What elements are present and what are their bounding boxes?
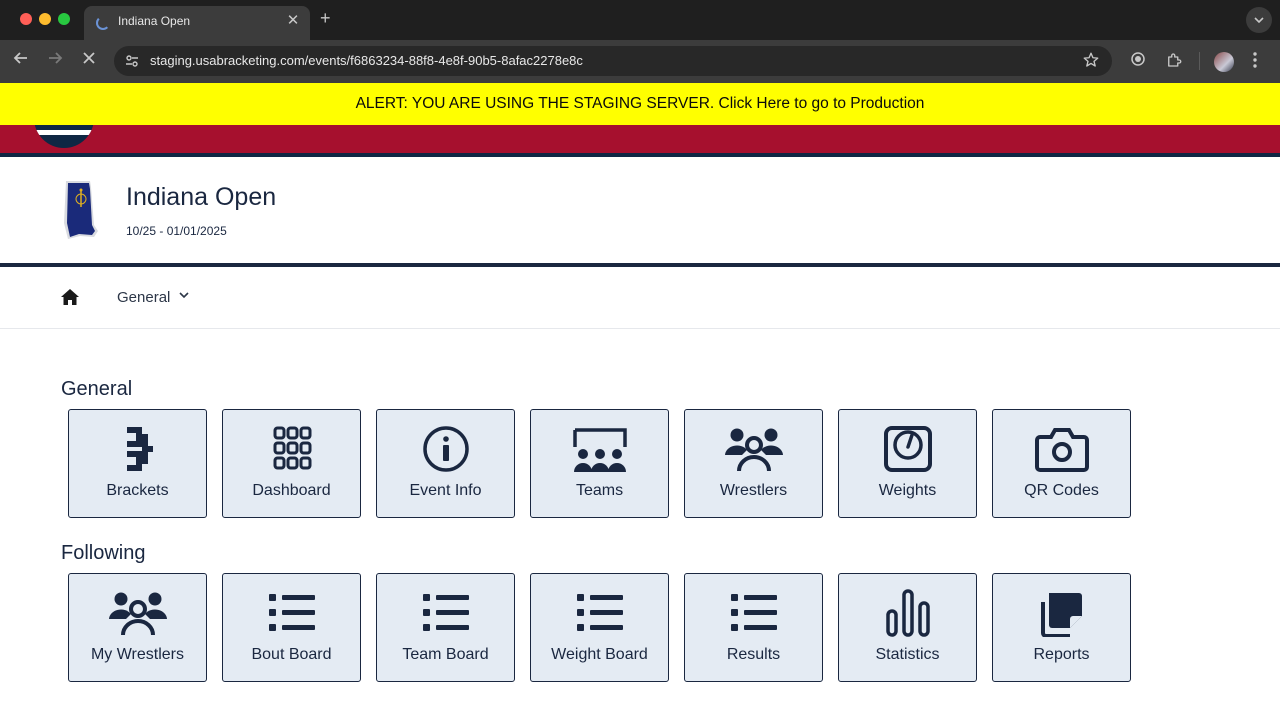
tile-label: Dashboard [252, 482, 331, 499]
section-title-general: General [61, 378, 133, 400]
users-icon [724, 425, 784, 473]
kebab-icon [1253, 52, 1257, 68]
tile-my-wrestlers[interactable]: My Wrestlers [68, 573, 207, 682]
brand-bar [0, 125, 1280, 153]
section-title-following: Following [61, 542, 146, 564]
event-title: Indiana Open [126, 183, 277, 211]
tile-label: Results [726, 646, 781, 663]
list-icon [570, 589, 630, 637]
info-icon [416, 425, 476, 473]
grid-icon [262, 425, 322, 473]
tune-icon [126, 55, 138, 67]
tile-teams[interactable]: Teams [530, 409, 669, 518]
record-icon[interactable] [1130, 51, 1146, 71]
site-settings-icon[interactable] [122, 51, 142, 71]
browser-tab[interactable]: Indiana Open ✕ [84, 6, 310, 40]
tile-brackets[interactable]: Brackets [68, 409, 207, 518]
tab-close-button[interactable]: ✕ [284, 11, 302, 29]
users-icon [108, 589, 168, 637]
brackets-icon [108, 425, 168, 473]
event-dates: 10/25 - 01/01/2025 [126, 224, 227, 238]
profile-avatar[interactable] [1214, 52, 1234, 72]
tile-results[interactable]: Results [684, 573, 823, 682]
camera-icon [1032, 425, 1092, 473]
forward-button[interactable] [44, 50, 66, 71]
close-icon [83, 52, 95, 64]
extensions-icon[interactable] [1165, 51, 1183, 73]
tile-label: Weight Board [551, 646, 648, 663]
chevron-down-icon[interactable] [179, 290, 189, 302]
chevron-down-icon [1254, 17, 1264, 24]
tile-label: Wrestlers [719, 482, 788, 499]
chevron-glyph [179, 292, 189, 299]
tile-qr-codes[interactable]: QR Codes [992, 409, 1131, 518]
more-menu-icon[interactable] [1252, 51, 1258, 73]
tile-label: Brackets [106, 482, 169, 499]
tile-label: Bout Board [251, 646, 332, 663]
back-button[interactable] [10, 50, 32, 71]
tile-event-info[interactable]: Event Info [376, 409, 515, 518]
tile-team-board[interactable]: Team Board [376, 573, 515, 682]
record-circle-icon [1131, 52, 1145, 66]
tab-search-button[interactable] [1246, 7, 1272, 33]
tile-label: My Wrestlers [90, 646, 185, 663]
copy-icon [1032, 589, 1092, 638]
house-icon [61, 289, 79, 305]
tile-label: QR Codes [1024, 482, 1099, 499]
tile-label: Team Board [402, 646, 489, 663]
browser-toolbar: staging.usabracketing.com/events/f686323… [0, 40, 1280, 83]
general-menu-dropdown[interactable]: General [117, 289, 170, 306]
tile-bout-board[interactable]: Bout Board [222, 573, 361, 682]
event-header: Indiana Open 10/25 - 01/01/2025 [0, 157, 1280, 263]
bar-chart-icon [878, 589, 938, 637]
maximize-window-button[interactable] [58, 13, 70, 25]
address-bar[interactable]: staging.usabracketing.com/events/f686323… [114, 46, 1112, 76]
list-icon [262, 589, 322, 637]
tile-reports[interactable]: Reports [992, 573, 1131, 682]
loading-spinner-icon [96, 16, 110, 30]
list-icon [416, 589, 476, 637]
arrow-left-icon [13, 52, 27, 64]
teams-icon [570, 425, 630, 473]
tile-dashboard[interactable]: Dashboard [222, 409, 361, 518]
tile-statistics[interactable]: Statistics [838, 573, 977, 682]
tile-weight-board[interactable]: Weight Board [530, 573, 669, 682]
staging-alert-banner[interactable]: ALERT: YOU ARE USING THE STAGING SERVER.… [0, 83, 1280, 125]
tile-label: Event Info [409, 482, 482, 499]
url-text: staging.usabracketing.com/events/f686323… [150, 53, 583, 68]
tile-wrestlers[interactable]: Wrestlers [684, 409, 823, 518]
star-icon [1083, 52, 1099, 67]
toolbar-divider [1199, 52, 1200, 70]
list-icon [724, 589, 784, 637]
scale-icon [878, 425, 938, 473]
arrow-right-icon [49, 52, 63, 64]
minimize-window-button[interactable] [39, 13, 51, 25]
tile-weights[interactable]: Weights [838, 409, 977, 518]
new-tab-button[interactable]: + [320, 8, 331, 29]
puzzle-icon [1168, 53, 1182, 67]
tile-label: Reports [1033, 646, 1090, 663]
stop-loading-button[interactable] [78, 50, 100, 71]
tab-title: Indiana Open [118, 14, 191, 28]
event-subnav: General [0, 267, 1280, 329]
close-window-button[interactable] [20, 13, 32, 25]
home-icon[interactable] [60, 288, 80, 306]
tile-label: Teams [575, 482, 624, 499]
tile-label: Weights [878, 482, 937, 499]
bookmark-star-icon[interactable] [1082, 51, 1100, 74]
indiana-flag-icon [64, 181, 98, 239]
tile-label: Statistics [875, 646, 940, 663]
browser-tab-bar: Indiana Open ✕ + [0, 0, 1280, 40]
